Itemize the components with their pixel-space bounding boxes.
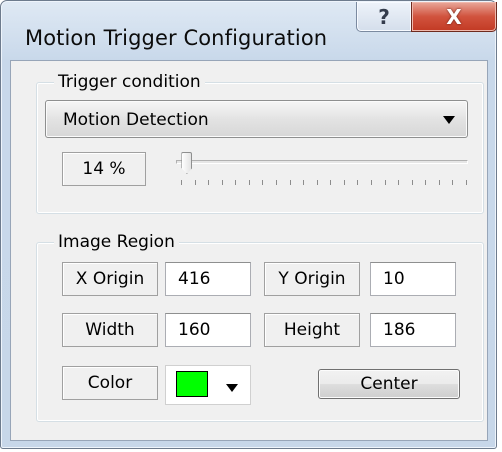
slider-tick: [208, 180, 210, 185]
slider-tick: [289, 180, 291, 185]
slider-tick: [398, 180, 400, 185]
slider-tick: [262, 180, 264, 185]
help-icon: ?: [378, 4, 390, 29]
color-label-text: Color: [87, 373, 133, 393]
center-button[interactable]: Center: [318, 369, 460, 399]
slider-tick: [452, 180, 454, 185]
color-label: Color: [62, 366, 158, 400]
trigger-condition-value: Motion Detection: [63, 110, 209, 130]
slider-tick: [181, 180, 182, 185]
slider-tick: [411, 180, 413, 185]
threshold-text: 14 %: [82, 159, 126, 179]
center-button-label: Center: [360, 374, 418, 394]
slider-tick: [276, 180, 277, 185]
chevron-down-icon: [443, 116, 455, 124]
slider-tick: [330, 180, 332, 185]
image-region-label: Image Region: [54, 232, 179, 252]
slider-tick: [357, 180, 359, 185]
slider-tick: [221, 180, 223, 185]
y-origin-label: Y Origin: [264, 262, 360, 296]
slider-thumb[interactable]: [181, 152, 193, 174]
x-origin-input[interactable]: 416: [165, 262, 251, 296]
slider-tick: [371, 180, 372, 185]
slider-track: [176, 160, 468, 164]
slider-tick: [248, 180, 250, 185]
slider-tick: [343, 180, 345, 185]
threshold-slider[interactable]: [168, 150, 468, 192]
y-origin-label-text: Y Origin: [278, 269, 346, 289]
slider-tick: [425, 180, 427, 185]
height-value: 186: [383, 320, 416, 340]
trigger-condition-label: Trigger condition: [54, 72, 205, 92]
slider-tick: [316, 180, 318, 185]
height-label: Height: [264, 313, 360, 347]
trigger-condition-dropdown[interactable]: Motion Detection: [45, 100, 468, 138]
slider-tick: [438, 180, 440, 185]
threshold-readout: 14 %: [62, 152, 146, 186]
x-origin-label-text: X Origin: [75, 269, 145, 289]
x-origin-label: X Origin: [62, 262, 158, 296]
slider-tick: [384, 180, 386, 185]
height-label-text: Height: [283, 320, 341, 340]
window-title: Motion Trigger Configuration: [25, 26, 328, 50]
width-input[interactable]: 160: [165, 313, 251, 347]
slider-tick: [466, 180, 467, 185]
width-label: Width: [62, 313, 158, 347]
slider-tick: [303, 180, 305, 185]
width-value: 160: [178, 320, 211, 340]
slider-ticks: [168, 180, 468, 188]
title-bar[interactable]: Motion Trigger Configuration ? X: [1, 1, 497, 61]
close-icon: X: [446, 4, 462, 29]
y-origin-input[interactable]: 10: [370, 262, 456, 296]
height-input[interactable]: 186: [370, 313, 456, 347]
color-swatch[interactable]: [176, 371, 208, 397]
chevron-down-icon[interactable]: [226, 384, 238, 392]
close-button[interactable]: X: [411, 2, 497, 32]
slider-tick: [235, 180, 237, 185]
help-button[interactable]: ?: [356, 2, 412, 32]
x-origin-value: 416: [178, 269, 211, 289]
width-label-text: Width: [85, 320, 135, 340]
slider-tick: [194, 180, 196, 185]
y-origin-value: 10: [383, 269, 405, 289]
